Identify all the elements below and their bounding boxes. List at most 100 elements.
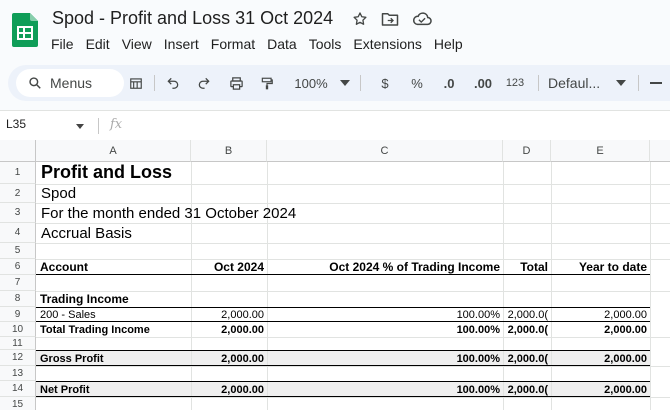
column-header-b[interactable]: B [191, 140, 267, 162]
line-total[interactable]: 2,000.0( [503, 350, 551, 366]
formula-bar-divider [98, 118, 99, 134]
menu-insert[interactable]: Insert [158, 34, 205, 56]
toolbar: Menus 100% $ % .0 .00 123 Defaul... [8, 65, 670, 101]
undo-icon[interactable] [162, 65, 184, 101]
header-ytd[interactable]: Year to date [551, 259, 650, 275]
grid-line [503, 162, 504, 410]
line-month[interactable]: 2,000.00 [191, 381, 267, 397]
more-formats-button[interactable]: 123 [502, 65, 528, 101]
line-account[interactable]: 200 - Sales [37, 307, 191, 322]
row-header-9[interactable]: 9 [0, 307, 36, 322]
line-account[interactable]: Net Profit [37, 381, 191, 397]
search-menus-label: Menus [50, 75, 93, 91]
line-ytd[interactable]: 2,000.00 [551, 350, 650, 366]
row-header-15[interactable]: 15 [0, 397, 36, 410]
format-currency-button[interactable]: $ [374, 65, 396, 101]
paint-format-icon[interactable] [256, 65, 278, 101]
grid-line [36, 337, 670, 338]
format-percent-button[interactable]: % [406, 65, 428, 101]
fx-icon: fx [110, 117, 123, 132]
column-header-a[interactable]: A [36, 140, 191, 162]
search-menus-input[interactable]: Menus [16, 69, 124, 97]
menu-format[interactable]: Format [205, 34, 261, 56]
zoom-select[interactable]: 100% [290, 65, 332, 101]
search-icon [29, 77, 41, 89]
row-header-5[interactable]: 5 [0, 243, 36, 259]
grid-line [36, 366, 670, 367]
report-title[interactable]: Profit and Loss [38, 162, 438, 184]
redo-icon[interactable] [193, 65, 215, 101]
row-header-12[interactable]: 12 [0, 350, 36, 366]
header-pct[interactable]: Oct 2024 % of Trading Income [267, 259, 503, 275]
name-box-chevron-down-icon[interactable] [76, 124, 84, 129]
column-header-d[interactable]: D [503, 140, 551, 162]
header-account[interactable]: Account [37, 259, 191, 275]
star-icon[interactable] [350, 9, 370, 29]
calendar-icon[interactable] [125, 65, 147, 101]
grid-line [650, 162, 651, 410]
row-header-7[interactable]: 7 [0, 275, 36, 291]
row-header-1[interactable]: 1 [0, 162, 36, 184]
decrease-font-size-icon[interactable] [648, 65, 664, 101]
menu-extensions[interactable]: Extensions [347, 34, 427, 56]
row-header-6[interactable]: 6 [0, 259, 36, 275]
grid-line [36, 397, 670, 398]
toolbar-divider [154, 75, 155, 91]
line-pct[interactable]: 100.00% [267, 350, 503, 366]
column-header-c[interactable]: C [267, 140, 503, 162]
menu-edit[interactable]: Edit [80, 34, 116, 56]
line-total[interactable]: 2,000.0( [503, 307, 551, 322]
menu-file[interactable]: File [45, 34, 80, 56]
spreadsheet-grid[interactable]: A B C D E 1 2 3 4 5 6 7 8 9 10 11 12 13 … [0, 140, 670, 410]
line-ytd[interactable]: 2,000.00 [551, 307, 650, 322]
zoom-chevron-down-icon[interactable] [338, 65, 352, 101]
line-month[interactable]: 2,000.00 [191, 322, 267, 337]
formula-bar: L35 fx [0, 110, 670, 140]
column-header-f[interactable] [650, 140, 670, 162]
row-header-3[interactable]: 3 [0, 203, 36, 223]
line-ytd[interactable]: 2,000.00 [551, 322, 650, 337]
menu-tools[interactable]: Tools [303, 34, 348, 56]
column-header-e[interactable]: E [551, 140, 650, 162]
menu-data[interactable]: Data [261, 34, 303, 56]
line-account[interactable]: Gross Profit [37, 350, 191, 366]
header-total[interactable]: Total [503, 259, 551, 275]
menu-bar: File Edit View Insert Format Data Tools … [45, 34, 469, 56]
section-trading-income[interactable]: Trading Income [37, 291, 237, 307]
cloud-saved-icon[interactable] [412, 9, 432, 29]
row-header-14[interactable]: 14 [0, 381, 36, 397]
company-name[interactable]: Spod [38, 184, 438, 203]
toolbar-divider [360, 75, 361, 91]
decrease-decimal-button[interactable]: .0 [436, 65, 462, 101]
row-header-8[interactable]: 8 [0, 291, 36, 307]
sheets-logo-icon[interactable] [12, 13, 38, 47]
print-icon[interactable] [225, 65, 247, 101]
line-account[interactable]: Total Trading Income [37, 322, 191, 337]
menu-view[interactable]: View [116, 34, 158, 56]
row-header-10[interactable]: 10 [0, 322, 36, 337]
move-to-folder-icon[interactable] [380, 9, 400, 29]
line-pct[interactable]: 100.00% [267, 307, 503, 322]
document-title[interactable]: Spod - Profit and Loss 31 Oct 2024 [52, 8, 333, 29]
line-month[interactable]: 2,000.00 [191, 350, 267, 366]
font-chevron-down-icon[interactable] [614, 65, 628, 101]
row-header-13[interactable]: 13 [0, 366, 36, 381]
row-header-4[interactable]: 4 [0, 223, 36, 243]
name-box[interactable]: L35 [6, 117, 26, 131]
report-period[interactable]: For the month ended 31 October 2024 [38, 203, 438, 223]
line-total[interactable]: 2,000.0( [503, 381, 551, 397]
line-pct[interactable]: 100.00% [267, 381, 503, 397]
increase-decimal-button[interactable]: .00 [468, 65, 498, 101]
toolbar-divider [538, 75, 539, 91]
line-pct[interactable]: 100.00% [267, 322, 503, 337]
font-family-select[interactable]: Defaul... [548, 65, 616, 101]
row-header-2[interactable]: 2 [0, 184, 36, 203]
select-all-corner[interactable] [0, 140, 36, 162]
report-basis[interactable]: Accrual Basis [38, 223, 438, 243]
line-month[interactable]: 2,000.00 [191, 307, 267, 322]
menu-help[interactable]: Help [428, 34, 469, 56]
line-ytd[interactable]: 2,000.00 [551, 381, 650, 397]
header-month[interactable]: Oct 2024 [191, 259, 267, 275]
line-total[interactable]: 2,000.0( [503, 322, 551, 337]
row-header-11[interactable]: 11 [0, 337, 36, 350]
